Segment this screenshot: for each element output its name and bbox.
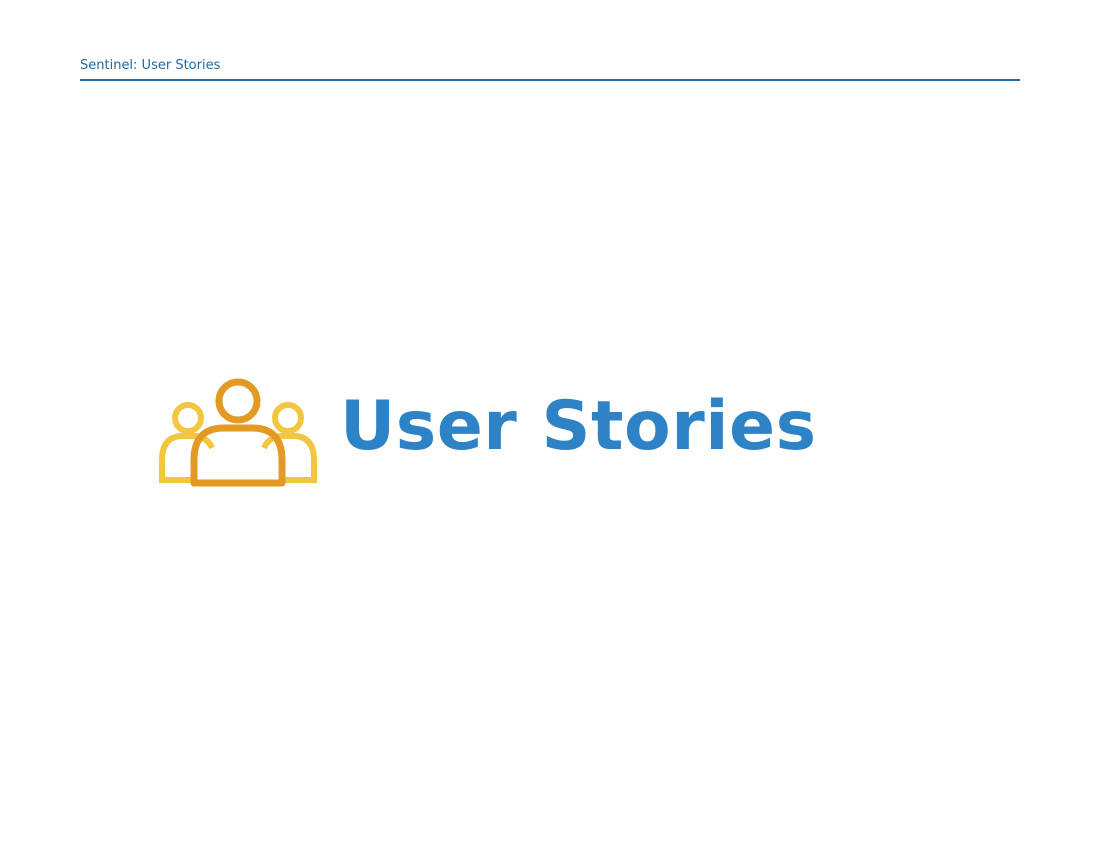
- page-title: User Stories: [340, 387, 817, 466]
- page-header: Sentinel: User Stories: [80, 57, 1020, 81]
- hero-section: User Stories: [158, 376, 817, 488]
- page-header-title: Sentinel: User Stories: [80, 58, 221, 73]
- users-group-icon: [159, 378, 317, 487]
